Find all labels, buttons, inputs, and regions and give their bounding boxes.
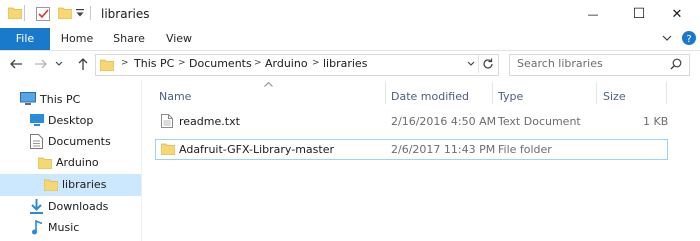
maximize-icon: ☐ — [632, 6, 646, 22]
breadcrumb-separator-icon: > — [254, 58, 262, 68]
music-icon — [32, 220, 43, 235]
search-icon[interactable] — [670, 58, 682, 70]
sidebar-item-libraries[interactable]: libraries — [0, 174, 141, 196]
up-button[interactable] — [76, 55, 90, 73]
column-header-date-modified[interactable]: Date modified — [391, 90, 469, 103]
sidebar-item-label: Music — [48, 221, 80, 234]
customize-arrow-icon[interactable] — [76, 9, 84, 17]
text-file-icon — [161, 114, 173, 128]
column-divider[interactable] — [596, 82, 597, 104]
tab-share[interactable]: Share — [106, 28, 152, 50]
sidebar-item-music[interactable]: Music — [0, 217, 141, 239]
new-folder-icon[interactable] — [58, 6, 72, 19]
sidebar-item-label: libraries — [62, 178, 107, 191]
sidebar-item-label: Desktop — [48, 114, 94, 127]
recent-locations-button[interactable] — [54, 55, 64, 73]
folder-icon — [8, 6, 22, 19]
breadcrumb-this-pc[interactable]: This PC — [134, 57, 174, 70]
downloads-icon — [30, 199, 43, 214]
column-divider[interactable] — [385, 82, 386, 104]
breadcrumb-separator-icon: > — [312, 58, 320, 68]
file-type: File folder — [498, 143, 552, 156]
column-header-size[interactable]: Size — [603, 90, 626, 103]
expand-ribbon-icon[interactable] — [662, 33, 672, 43]
column-divider[interactable] — [666, 82, 667, 104]
chevron-down-icon — [55, 61, 63, 66]
forward-button[interactable] — [32, 55, 48, 73]
sidebar-item-label: Downloads — [48, 200, 109, 213]
sidebar-item-this-pc[interactable]: This PC — [0, 89, 141, 111]
column-header-name[interactable]: Name — [159, 90, 191, 103]
search-placeholder: Search libraries — [517, 57, 603, 70]
tab-view[interactable]: View — [156, 28, 202, 50]
refresh-icon[interactable] — [482, 58, 494, 70]
folder-icon — [38, 156, 52, 169]
sort-ascending-icon — [264, 82, 273, 87]
computer-icon — [20, 92, 36, 106]
sidebar-item-arduino[interactable]: Arduino — [0, 152, 141, 174]
folder-icon — [161, 142, 175, 155]
table-row[interactable]: readme.txt 2/16/2016 4:50 AM Text Docume… — [155, 112, 669, 131]
forward-arrow-icon — [34, 59, 47, 69]
breadcrumb-documents[interactable]: Documents — [189, 57, 252, 70]
minimize-icon: — — [587, 7, 599, 21]
desktop-icon — [30, 114, 44, 126]
sidebar-item-label: Arduino — [56, 156, 99, 169]
breadcrumb-arduino[interactable]: Arduino — [265, 57, 308, 70]
file-date-modified: 2/6/2017 11:43 PM — [391, 143, 496, 156]
window-title: libraries — [101, 7, 150, 21]
file-date-modified: 2/16/2016 4:50 AM — [391, 115, 497, 128]
sidebar-item-desktop[interactable]: Desktop — [0, 110, 141, 132]
sidebar-item-label: This PC — [40, 93, 81, 106]
divider — [478, 55, 479, 73]
breadcrumb-separator-icon: > — [121, 58, 129, 68]
tab-home[interactable]: Home — [54, 28, 100, 50]
file-size: 1 KB — [643, 115, 669, 128]
close-button[interactable]: ✕ — [654, 0, 700, 28]
divider — [24, 5, 25, 21]
folder-icon — [100, 58, 114, 71]
tab-file[interactable]: File — [0, 28, 50, 50]
divider — [90, 6, 91, 20]
sidebar-item-label: Documents — [48, 135, 111, 148]
address-dropdown-icon[interactable] — [467, 61, 475, 67]
breadcrumb-libraries[interactable]: libraries — [323, 57, 367, 70]
sidebar-item-documents[interactable]: Documents — [0, 131, 141, 153]
file-type: Text Document — [498, 115, 581, 128]
back-arrow-icon — [9, 59, 22, 69]
file-name: Adafruit-GFX-Library-master — [179, 143, 334, 156]
back-button[interactable] — [8, 55, 24, 73]
column-divider[interactable] — [492, 82, 493, 104]
pane-divider — [141, 80, 142, 241]
help-icon[interactable]: ? — [681, 30, 697, 46]
sidebar-item-downloads[interactable]: Downloads — [0, 196, 141, 218]
minimize-button[interactable]: — — [570, 0, 616, 28]
svg-text:?: ? — [686, 34, 691, 45]
file-name: readme.txt — [179, 115, 240, 128]
properties-icon[interactable] — [36, 6, 50, 21]
column-header-type[interactable]: Type — [498, 90, 523, 103]
close-icon: ✕ — [671, 6, 683, 22]
table-row[interactable]: Adafruit-GFX-Library-master 2/6/2017 11:… — [155, 139, 668, 160]
ribbon — [0, 28, 700, 51]
folder-icon — [44, 178, 58, 191]
breadcrumb-separator-icon: > — [178, 58, 186, 68]
up-arrow-icon — [78, 57, 88, 70]
documents-icon — [30, 134, 43, 149]
